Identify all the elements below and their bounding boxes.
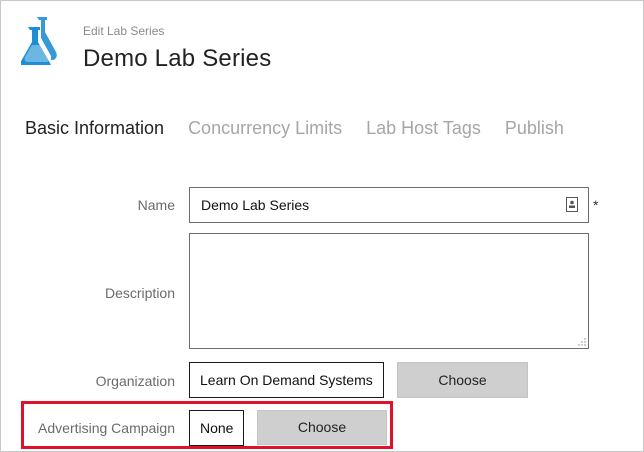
description-label: Description — [104, 285, 175, 301]
name-value: Demo Lab Series — [201, 197, 310, 213]
required-marker: * — [593, 197, 599, 213]
contact-card-icon[interactable] — [566, 197, 578, 212]
highlight-box — [21, 401, 393, 449]
tab-publish[interactable]: Publish — [505, 118, 564, 139]
tab-concurrency-limits[interactable]: Concurrency Limits — [188, 118, 342, 139]
resize-grip-icon[interactable] — [578, 338, 586, 346]
tab-lab-host-tags[interactable]: Lab Host Tags — [366, 118, 481, 139]
organization-choose-button[interactable]: Choose — [397, 362, 528, 398]
organization-label: Organization — [95, 373, 175, 389]
organization-value: Learn On Demand Systems — [189, 362, 384, 398]
name-field[interactable]: Demo Lab Series — [189, 187, 589, 223]
tab-bar: Basic Information Concurrency Limits Lab… — [25, 118, 564, 139]
lab-flask-icon — [21, 17, 57, 65]
dialog-frame: Edit Lab Series Demo Lab Series Basic In… — [0, 0, 644, 452]
page-subtitle: Edit Lab Series — [83, 24, 165, 38]
page-title: Demo Lab Series — [83, 45, 272, 72]
description-field[interactable] — [189, 233, 589, 349]
tab-basic-information[interactable]: Basic Information — [25, 118, 164, 139]
name-label: Name — [137, 197, 175, 213]
